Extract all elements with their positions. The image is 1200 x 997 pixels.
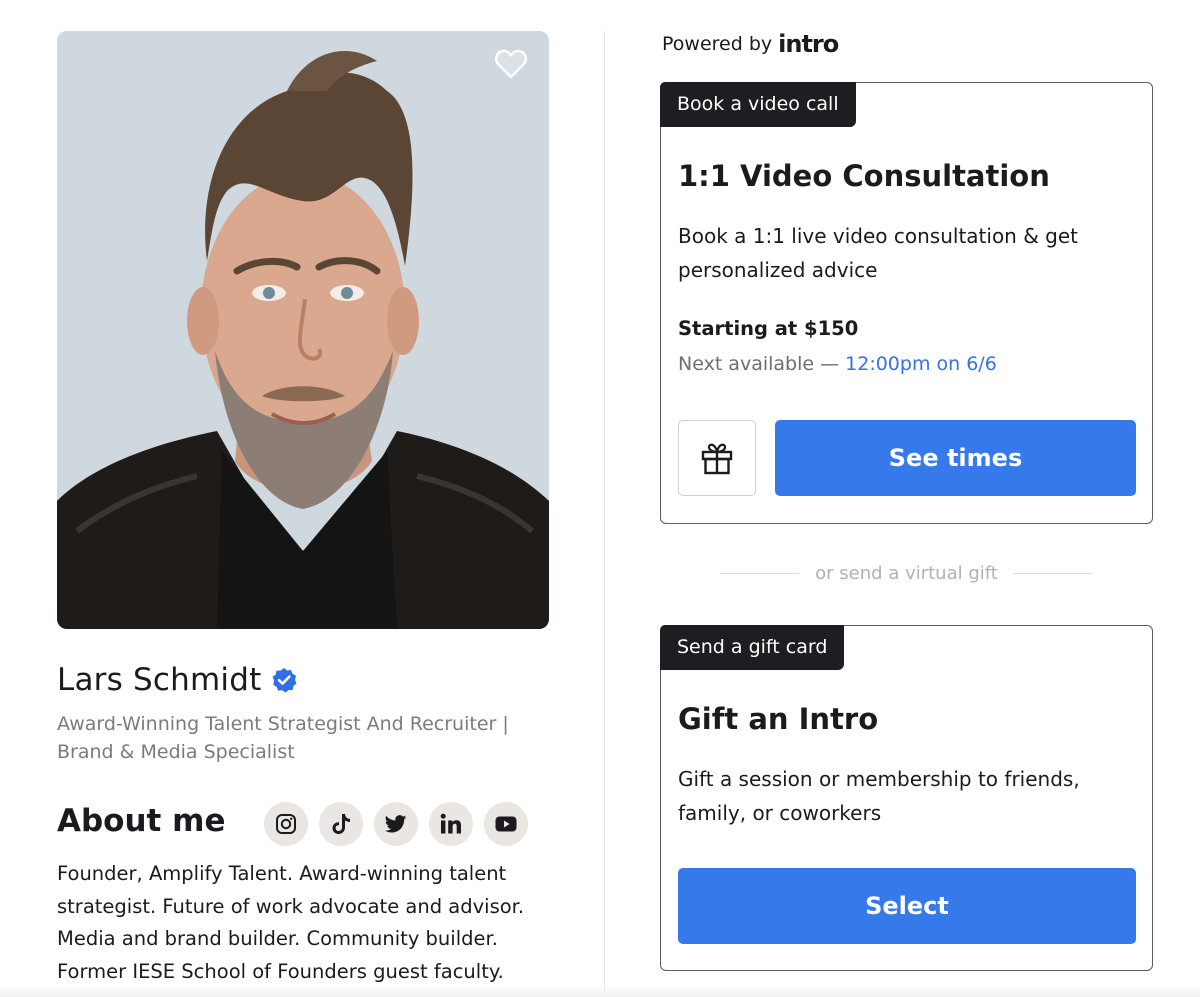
intro-brand-logo[interactable]: intro xyxy=(778,30,839,58)
or-separator: or send a virtual gift xyxy=(720,563,1094,584)
gift-card-description: Gift a session or membership to friends,… xyxy=(678,767,1080,825)
video-call-tag: Book a video call xyxy=(660,82,856,127)
select-gift-button[interactable]: Select xyxy=(678,868,1136,944)
youtube-link[interactable] xyxy=(484,802,528,846)
separator-text: or send a virtual gift xyxy=(815,563,998,584)
powered-by-label: Powered by xyxy=(662,33,773,55)
profile-tagline: Award-Winning Talent Strategist And Recr… xyxy=(57,713,509,763)
tiktok-icon xyxy=(332,814,350,834)
instagram-link[interactable] xyxy=(264,802,308,846)
video-call-description: Book a 1:1 live video consultation & get… xyxy=(678,224,1079,282)
twitter-icon xyxy=(385,815,407,833)
video-call-card: Book a video call 1:1 Video Consultation… xyxy=(660,82,1153,524)
gift-session-button[interactable] xyxy=(678,420,756,496)
profile-name-row: Lars Schmidt xyxy=(57,662,297,698)
next-available-label: Next available — xyxy=(678,353,846,375)
profile-name: Lars Schmidt xyxy=(57,662,262,698)
instagram-icon xyxy=(276,814,296,834)
social-links xyxy=(264,802,528,846)
heart-icon xyxy=(495,49,527,79)
column-divider xyxy=(604,31,605,997)
linkedin-icon xyxy=(440,813,461,834)
gift-icon xyxy=(701,443,733,475)
gift-card-title: Gift an Intro xyxy=(678,702,879,736)
next-available-slot[interactable]: 12:00pm on 6/6 xyxy=(845,353,997,375)
separator-line-right xyxy=(1013,573,1094,574)
video-call-title: 1:1 Video Consultation xyxy=(678,159,1050,193)
profile-photo xyxy=(57,31,549,629)
profile-bio: Founder, Amplify Talent. Award-winning t… xyxy=(57,862,525,983)
twitter-link[interactable] xyxy=(374,802,418,846)
youtube-icon xyxy=(495,816,517,832)
verified-badge-icon xyxy=(272,668,297,693)
next-available: Next available — 12:00pm on 6/6 xyxy=(678,353,997,375)
linkedin-link[interactable] xyxy=(429,802,473,846)
tiktok-link[interactable] xyxy=(319,802,363,846)
about-me-heading: About me xyxy=(57,803,226,839)
gift-card-tag: Send a gift card xyxy=(660,625,845,670)
favorite-button[interactable] xyxy=(495,49,531,83)
video-call-price: Starting at $150 xyxy=(678,317,859,340)
separator-line-left xyxy=(720,573,800,574)
powered-by: Powered by intro xyxy=(662,30,839,58)
page-bottom-edge xyxy=(0,985,1200,997)
gift-card: Send a gift card Gift an Intro Gift a se… xyxy=(660,625,1153,971)
portrait-illustration xyxy=(57,31,549,629)
see-times-button[interactable]: See times xyxy=(775,420,1136,496)
